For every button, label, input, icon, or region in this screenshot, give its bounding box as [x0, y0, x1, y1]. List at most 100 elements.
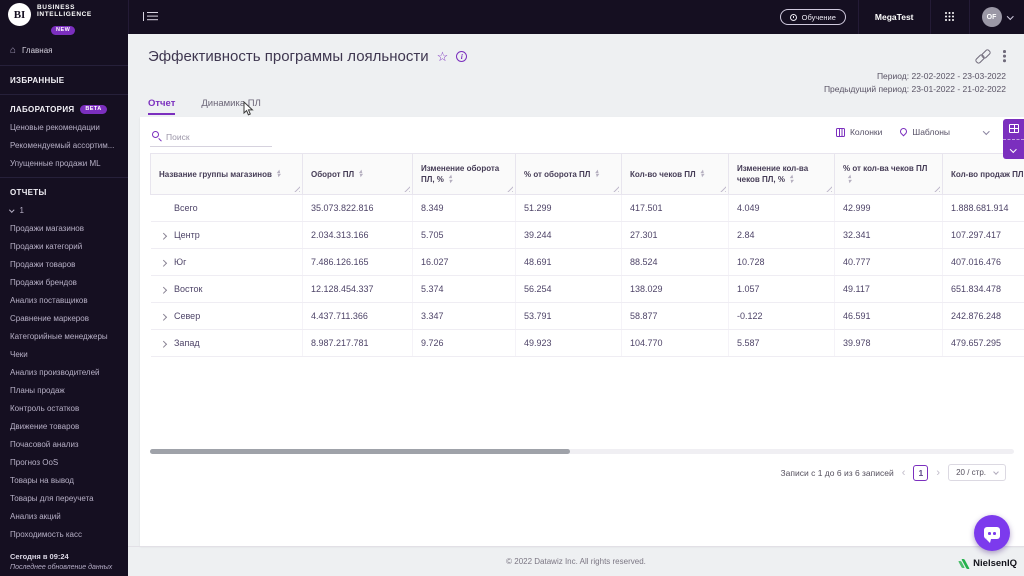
column-header[interactable]: Изменение оборота ПЛ, % ▴ ▾: [412, 153, 516, 195]
column-resize-handle[interactable]: [933, 185, 940, 192]
scrollbar-thumb[interactable]: [150, 449, 570, 454]
chat-button[interactable]: [974, 515, 1010, 551]
column-resize-handle[interactable]: [293, 185, 300, 192]
laboratory-items: Ценовые рекомендации Рекомендуемый ассорт…: [0, 118, 128, 172]
share-link-icon[interactable]: [976, 50, 989, 63]
sidebar-item[interactable]: Сравнение маркеров: [0, 309, 128, 327]
sidebar-item[interactable]: Продажи брендов: [0, 273, 128, 291]
reports-section-title: ОТЧЕТЫ: [10, 188, 47, 197]
sidebar-item[interactable]: Продажи товаров: [0, 255, 128, 273]
horizontal-scrollbar[interactable]: [150, 449, 1014, 454]
cell-value: 5.705: [412, 221, 516, 249]
sidebar-item[interactable]: Категорийные менеджеры: [0, 327, 128, 345]
column-header[interactable]: Кол-во продаж ПЛ▴▾: [942, 153, 1024, 195]
cell-value: 2.034.313.166: [302, 221, 413, 249]
sidebar-item[interactable]: Товары для переучета: [0, 489, 128, 507]
expand-row-icon[interactable]: [159, 340, 166, 347]
cell-value: 39.244: [515, 221, 622, 249]
sort-icon[interactable]: ▴ ▾: [359, 169, 362, 179]
panel-collapse-button[interactable]: [1003, 140, 1024, 160]
user-menu[interactable]: OF: [970, 7, 1024, 27]
table-settings-button[interactable]: [1003, 119, 1024, 140]
sidebar-item[interactable]: Движение товаров: [0, 417, 128, 435]
expand-row-icon[interactable]: [159, 286, 166, 293]
brand-logo[interactable]: BI BUSINESS INTELLIGENCE NEW: [0, 0, 128, 36]
company-name[interactable]: MegaTest: [859, 12, 930, 22]
favorite-star-icon[interactable]: ☆: [437, 50, 449, 63]
column-resize-handle[interactable]: [403, 185, 410, 192]
column-header[interactable]: Кол-во чеков ПЛ ▴ ▾: [621, 153, 729, 195]
search-input[interactable]: [150, 129, 272, 147]
sidebar-item[interactable]: Ценовые рекомендации: [0, 118, 128, 136]
mouse-cursor: [243, 101, 254, 116]
table-row[interactable]: Юг 7.486.126.165 16.027 48.691 88.524 10.728 4…: [150, 248, 1024, 276]
tab-report[interactable]: Отчет: [148, 98, 176, 115]
cell-value: 39.978: [834, 329, 943, 357]
column-header[interactable]: Изменение кол-ва чеков ПЛ, % ▴ ▾: [728, 153, 835, 195]
sidebar-collapse-icon[interactable]: [143, 12, 158, 22]
expand-row-icon[interactable]: [159, 232, 166, 239]
column-resize-handle[interactable]: [612, 185, 619, 192]
avatar[interactable]: OF: [981, 7, 1002, 27]
cell-value: 40.777: [834, 248, 943, 276]
cell-value: 4.437.711.366: [302, 302, 413, 330]
sort-icon[interactable]: ▴ ▾: [848, 175, 851, 185]
table-row[interactable]: Север 4.437.711.366 3.347 53.791 58.877 -0.12…: [150, 302, 1024, 330]
beta-badge: BETA: [80, 105, 107, 114]
sidebar-item[interactable]: Планы продаж: [0, 381, 128, 399]
column-header[interactable]: % от оборота ПЛ ▴ ▾: [515, 153, 622, 195]
chat-icon: [984, 527, 1000, 543]
current-page[interactable]: 1: [913, 464, 929, 481]
column-resize-handle[interactable]: [719, 185, 726, 192]
page-size-select[interactable]: 20 / стр.: [948, 464, 1006, 481]
sidebar-item[interactable]: Контроль остатков: [0, 399, 128, 417]
templates-button[interactable]: Шаблоны: [898, 126, 950, 137]
sidebar-item[interactable]: Почасовой анализ: [0, 435, 128, 453]
sort-icon[interactable]: ▴ ▾: [701, 169, 704, 179]
sidebar-item[interactable]: Продажи категорий: [0, 237, 128, 255]
kebab-menu-icon[interactable]: [1003, 50, 1006, 63]
column-resize-handle[interactable]: [825, 185, 832, 192]
column-resize-handle[interactable]: [506, 185, 513, 192]
sidebar-item[interactable]: Рекомендуемый ассортим...: [0, 136, 128, 154]
cell-value: 42.999: [834, 194, 943, 222]
sidebar-item-home[interactable]: ⌂ Главная: [0, 40, 128, 60]
sidebar-item[interactable]: Упущенные продажи ML: [0, 154, 128, 172]
sort-icon[interactable]: ▴ ▾: [449, 175, 452, 185]
table-row[interactable]: Центр 2.034.313.166 5.705 39.244 27.301 2.84 3…: [150, 221, 1024, 249]
column-header[interactable]: % от кол-ва чеков ПЛ ▴ ▾: [834, 153, 943, 195]
cell-value: 51.299: [515, 194, 622, 222]
columns-button[interactable]: Колонки: [835, 127, 882, 137]
chevron-down-icon: [1006, 12, 1013, 20]
cell-value: 56.254: [515, 275, 622, 303]
sidebar-item[interactable]: Прогноз OoS: [0, 453, 128, 471]
sidebar-item[interactable]: Анализ акций: [0, 507, 128, 525]
sidebar-item[interactable]: 1: [0, 201, 128, 219]
column-header-label: Название группы магазинов: [159, 169, 272, 179]
sort-icon[interactable]: ▴ ▾: [595, 169, 598, 179]
sidebar-item[interactable]: Товары на вывод: [0, 471, 128, 489]
sidebar-item[interactable]: Продажи магазинов: [0, 219, 128, 237]
expand-row-icon[interactable]: [159, 259, 166, 266]
group-name-cell: Восток: [150, 275, 303, 303]
sidebar-item[interactable]: Чеки: [0, 345, 128, 363]
column-header-label: % от оборота ПЛ: [524, 169, 591, 179]
info-icon[interactable]: i: [456, 51, 468, 62]
sort-icon[interactable]: ▴ ▾: [277, 169, 280, 179]
sidebar-item[interactable]: Анализ производителей: [0, 363, 128, 381]
column-header[interactable]: Оборот ПЛ ▴ ▾: [302, 153, 413, 195]
apps-grid-icon[interactable]: [931, 12, 969, 22]
sort-icon[interactable]: ▴ ▾: [790, 175, 793, 185]
table-row[interactable]: Запад 8.987.217.781 9.726 49.923 104.770 5.58…: [150, 329, 1024, 357]
group-name: Восток: [174, 284, 203, 294]
table-row[interactable]: Всего 35.073.822.816 8.349 51.299 417.501 4.0…: [150, 194, 1024, 222]
prev-page-button[interactable]: ‹: [901, 467, 907, 478]
sidebar-item[interactable]: Анализ поставщиков: [0, 291, 128, 309]
table-row[interactable]: Восток 12.128.454.337 5.374 56.254 138.029 1.…: [150, 275, 1024, 303]
report-items: 1 Продажи магазинов Продажи категорий Прода…: [0, 201, 128, 543]
training-button[interactable]: Обучение: [779, 9, 846, 25]
next-page-button[interactable]: ›: [935, 467, 941, 478]
sidebar-item[interactable]: Проходимость касс: [0, 525, 128, 543]
column-header[interactable]: Название группы магазинов ▴ ▾: [150, 153, 303, 195]
expand-row-icon[interactable]: [159, 313, 166, 320]
